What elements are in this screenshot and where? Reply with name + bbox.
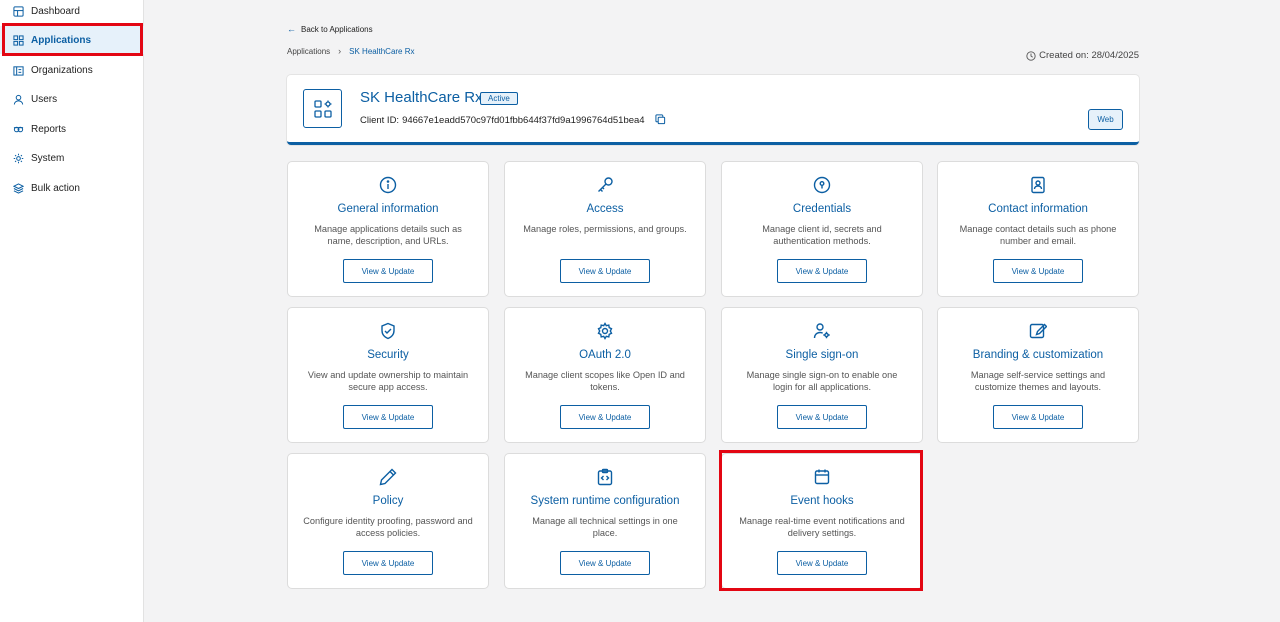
tile-title: Branding & customization <box>972 349 1104 361</box>
sidebar-item-organizations[interactable]: Organizations <box>0 56 144 84</box>
calendar-icon <box>813 468 831 486</box>
sidebar-item-label: Users <box>31 93 58 105</box>
tile-single-sign-on: Single sign-on Manage single sign-on to … <box>721 307 923 443</box>
dashboard-icon <box>13 5 24 17</box>
view-update-button[interactable]: View & Update <box>560 259 650 283</box>
tile-description: Manage contact details such as phone num… <box>959 224 1117 246</box>
tile-description: Manage client id, secrets and authentica… <box>762 224 882 246</box>
gear-icon <box>13 153 24 164</box>
chevron-right-icon: › <box>338 46 342 56</box>
sidebar-item-label: Dashboard <box>31 5 80 17</box>
sidebar-item-label: Applications <box>31 34 92 46</box>
view-update-button[interactable]: View & Update <box>560 551 650 575</box>
view-update-button[interactable]: View & Update <box>993 405 1083 429</box>
view-update-button[interactable]: View & Update <box>777 405 867 429</box>
layers-icon <box>13 182 24 194</box>
tile-description: Manage applications details such as name… <box>314 224 462 246</box>
contact-card-icon <box>1029 176 1047 194</box>
user-gear-icon <box>813 322 831 340</box>
sidebar-item-system[interactable]: System <box>0 144 144 172</box>
tile-policy: Policy Configure identity proofing, pass… <box>287 453 489 589</box>
tile-contact-information: Contact information Manage contact detai… <box>937 161 1139 297</box>
view-update-button[interactable]: View & Update <box>560 405 650 429</box>
tile-title: Security <box>367 349 409 361</box>
client-id: Client ID: 94667e1eadd570c97fd01fbb644f37… <box>360 115 645 126</box>
tile-title: Single sign-on <box>785 349 859 361</box>
tile-description: Manage self-service settings and customi… <box>970 370 1106 392</box>
view-update-button[interactable]: View & Update <box>777 551 867 575</box>
tile-description: View and update ownership to maintain se… <box>307 370 469 392</box>
tile-description: Manage client scopes like Open ID and to… <box>525 370 685 392</box>
back-link-label: Back to Applications <box>301 24 373 34</box>
tile-oauth: OAuth 2.0 Manage client scopes like Open… <box>504 307 706 443</box>
user-icon <box>13 94 24 105</box>
tile-description: Manage single sign-on to enable one logi… <box>746 370 898 392</box>
pencil-icon <box>379 468 397 486</box>
gear-icon <box>596 322 614 340</box>
status-badge: Active <box>480 92 518 105</box>
sidebar-item-applications[interactable]: Applications <box>0 26 144 54</box>
sidebar-item-label: Bulk action <box>31 182 80 194</box>
tile-title: Access <box>586 203 624 215</box>
tile-description: Manage roles, permissions, and groups. <box>523 224 687 234</box>
key-icon <box>596 176 614 194</box>
breadcrumb-current: SK HealthCare Rx <box>349 46 415 56</box>
code-clipboard-icon <box>596 468 614 486</box>
client-id-label: Client ID: <box>360 115 400 126</box>
sidebar-item-dashboard[interactable]: Dashboard <box>0 0 144 25</box>
tile-title: Policy <box>372 495 404 507</box>
sidebar: Dashboard Applications Organizations Use… <box>0 0 144 622</box>
sidebar-item-label: System <box>31 152 65 164</box>
tile-description: Manage real-time event notifications and… <box>739 516 905 538</box>
tile-security: Security View and update ownership to ma… <box>287 307 489 443</box>
tile-description: Manage all technical settings in one pla… <box>532 516 678 538</box>
view-update-button[interactable]: View & Update <box>343 259 433 283</box>
sidebar-item-label: Reports <box>31 123 67 135</box>
tile-title: System runtime configuration <box>530 495 680 507</box>
app-logo-icon <box>303 89 342 128</box>
created-date: Created on: 28/04/2025 <box>1026 50 1139 61</box>
sidebar-item-users[interactable]: Users <box>0 85 144 113</box>
tile-event-hooks: Event hooks Manage real-time event notif… <box>721 453 923 589</box>
organizations-icon <box>13 65 24 76</box>
breadcrumb-applications[interactable]: Applications <box>287 47 330 56</box>
info-icon <box>379 176 397 194</box>
tile-title: Credentials <box>792 203 852 215</box>
clock-icon <box>1026 50 1036 61</box>
back-to-applications-link[interactable]: ← Back to Applications <box>287 24 373 34</box>
tile-title: General information <box>337 203 439 215</box>
sidebar-item-bulk-action[interactable]: Bulk action <box>0 174 144 202</box>
view-update-button[interactable]: View & Update <box>777 259 867 283</box>
tile-branding-customization: Branding & customization Manage self-ser… <box>937 307 1139 443</box>
tile-description: Configure identity proofing, password an… <box>303 516 473 538</box>
view-update-button[interactable]: View & Update <box>343 405 433 429</box>
client-id-value: 94667e1eadd570c97fd01fbb644f37fd9a199676… <box>402 115 645 126</box>
arrow-left-icon: ← <box>287 24 296 34</box>
copy-icon[interactable] <box>655 114 666 125</box>
edit-square-icon <box>1029 322 1048 340</box>
created-date-label: Created on: 28/04/2025 <box>1039 50 1139 61</box>
tile-title: Event hooks <box>790 495 854 507</box>
tile-title: OAuth 2.0 <box>579 349 631 361</box>
applications-icon <box>13 34 24 46</box>
keyhole-icon <box>813 176 831 194</box>
view-update-button[interactable]: View & Update <box>993 259 1083 283</box>
tile-system-runtime-configuration: System runtime configuration Manage all … <box>504 453 706 589</box>
reports-icon <box>13 124 24 135</box>
shield-check-icon <box>379 322 397 340</box>
view-update-button[interactable]: View & Update <box>343 551 433 575</box>
sidebar-item-reports[interactable]: Reports <box>0 115 144 143</box>
app-header-card: SK HealthCare Rx Active Client ID: 94667e… <box>287 75 1139 145</box>
app-type-badge: Web <box>1088 109 1123 130</box>
sidebar-item-label: Organizations <box>31 64 93 76</box>
breadcrumb: Applications › SK HealthCare Rx <box>287 46 415 56</box>
tile-access: Access Manage roles, permissions, and gr… <box>504 161 706 297</box>
tile-general-information: General information Manage applications … <box>287 161 489 297</box>
tile-title: Contact information <box>988 203 1088 215</box>
tile-credentials: Credentials Manage client id, secrets an… <box>721 161 923 297</box>
app-name: SK HealthCare Rx <box>360 89 483 106</box>
